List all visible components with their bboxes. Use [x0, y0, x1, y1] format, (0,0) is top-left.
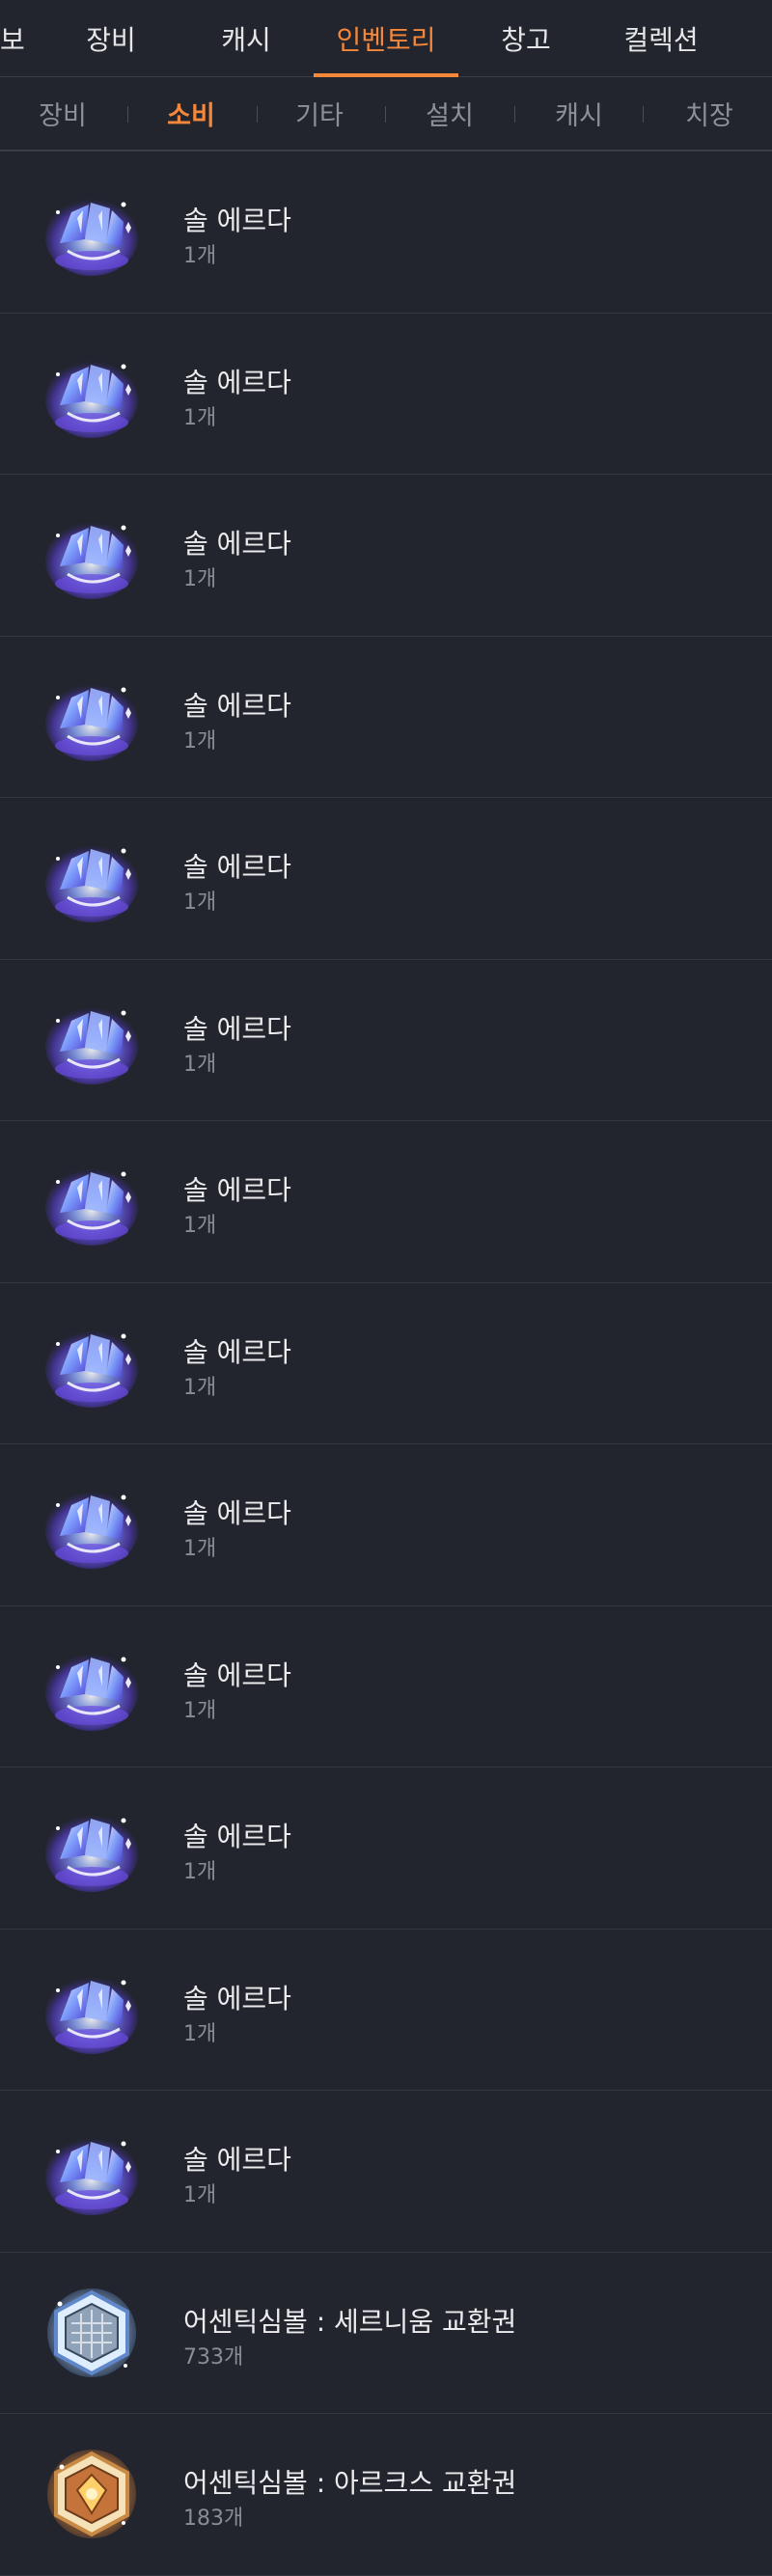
inventory-item-row[interactable]: 솔 에르다 1개: [0, 1444, 772, 1606]
item-name: 솔 에르다: [183, 851, 291, 883]
arcus-symbol-voucher-icon: [39, 2446, 145, 2542]
inventory-item-row[interactable]: 솔 에르다 1개: [0, 1606, 772, 1768]
subtab-setup[interactable]: 설치: [406, 77, 493, 150]
tab-storage[interactable]: 창고: [482, 0, 569, 77]
item-name: 솔 에르다: [183, 1497, 291, 1529]
subtab-etc[interactable]: 기타: [276, 77, 363, 150]
inventory-item-row[interactable]: 솔 에르다 1개: [0, 314, 772, 475]
sol-erda-icon: [39, 1638, 145, 1735]
item-quantity: 183개: [183, 2507, 244, 2531]
sol-erda-icon: [39, 345, 145, 442]
item-quantity: 1개: [183, 405, 217, 430]
item-quantity: 1개: [183, 567, 217, 591]
item-quantity: 1개: [183, 2183, 217, 2207]
item-name: 솔 에르다: [183, 528, 291, 560]
subtab-separator: [127, 106, 128, 123]
subtab-separator: [643, 106, 644, 123]
inventory-item-row[interactable]: 솔 에르다 1개: [0, 1930, 772, 2091]
subtab-separator: [514, 106, 515, 123]
sol-erda-icon: [39, 507, 145, 603]
inventory-item-row[interactable]: 솔 에르다 1개: [0, 151, 772, 314]
inventory-item-row[interactable]: 솔 에르다 1개: [0, 2091, 772, 2253]
subtab-separator: [257, 106, 258, 123]
item-name: 솔 에르다: [183, 1335, 291, 1368]
inventory-main-tabs: 보 장비 캐시 인벤토리 창고 컬렉션: [0, 0, 772, 77]
item-quantity: 733개: [183, 2344, 244, 2370]
sol-erda-icon: [39, 1961, 145, 2058]
inventory-item-row[interactable]: 솔 에르다 1개: [0, 475, 772, 637]
item-quantity: 1개: [183, 1537, 217, 1561]
subtab-cash[interactable]: 캐시: [536, 77, 622, 150]
tab-cash[interactable]: 캐시: [203, 0, 290, 77]
item-quantity: 1개: [183, 1375, 217, 1400]
sol-erda-icon: [39, 1799, 145, 1896]
item-quantity: 1개: [183, 728, 217, 754]
inventory-item-list: 솔 에르다 1개 솔 에르다 1개 솔 에르다 1개 솔 에르다 1개 솔 에르다 1개 솔 에르다…: [0, 151, 772, 2576]
subtab-decoration[interactable]: 치장: [666, 77, 753, 150]
inventory-item-row[interactable]: 솔 에르다 1개: [0, 637, 772, 798]
cernium-symbol-voucher-icon: [39, 2285, 145, 2381]
sol-erda-icon: [39, 1315, 145, 1411]
sol-erda-icon: [39, 2123, 145, 2219]
item-quantity: 1개: [183, 1052, 217, 1077]
item-quantity: 1개: [183, 1698, 217, 1723]
tab-inventory[interactable]: 인벤토리: [314, 0, 458, 77]
item-name: 어센틱심볼 : 세르니움 교환권: [183, 2305, 517, 2338]
sol-erda-icon: [39, 992, 145, 1088]
subtab-consumable[interactable]: 소비: [148, 77, 234, 150]
subtab-separator: [385, 106, 386, 123]
sol-erda-icon: [39, 183, 145, 280]
inventory-item-row[interactable]: 솔 에르다 1개: [0, 960, 772, 1121]
item-name: 솔 에르다: [183, 205, 291, 236]
item-quantity: 1개: [183, 891, 217, 915]
item-name: 솔 에르다: [183, 1821, 291, 1852]
inventory-item-row[interactable]: 솔 에르다 1개: [0, 1768, 772, 1930]
item-name: 솔 에르다: [183, 1174, 291, 1206]
item-quantity: 1개: [183, 1860, 217, 1884]
item-name: 솔 에르다: [183, 689, 291, 722]
item-name: 어센틱심볼 : 아르크스 교환권: [183, 2467, 517, 2499]
item-name: 솔 에르다: [183, 366, 291, 398]
subtab-equipment[interactable]: 장비: [19, 77, 106, 150]
tab-equipment[interactable]: 장비: [68, 0, 154, 77]
item-quantity: 1개: [183, 1214, 217, 1238]
inventory-category-tabs: 장비 소비 기타 설치 캐시 치장: [0, 77, 772, 151]
item-quantity: 1개: [183, 2021, 217, 2046]
sol-erda-icon: [39, 1153, 145, 1249]
sol-erda-icon: [39, 669, 145, 765]
item-name: 솔 에르다: [183, 1012, 291, 1045]
sol-erda-icon: [39, 830, 145, 926]
inventory-item-row[interactable]: 솔 에르다 1개: [0, 1121, 772, 1283]
item-name: 솔 에르다: [183, 2144, 291, 2176]
item-quantity: 1개: [183, 244, 217, 268]
inventory-item-row[interactable]: 솔 에르다 1개: [0, 798, 772, 960]
inventory-item-row[interactable]: 솔 에르다 1개: [0, 1283, 772, 1444]
item-name: 솔 에르다: [183, 1658, 291, 1691]
tab-collection[interactable]: 컬렉션: [608, 0, 714, 77]
sol-erda-icon: [39, 1476, 145, 1573]
inventory-item-row[interactable]: 어센틱심볼 : 아르크스 교환권 183개: [0, 2414, 772, 2576]
item-name: 솔 에르다: [183, 1982, 291, 2014]
inventory-item-row[interactable]: 어센틱심볼 : 세르니움 교환권 733개: [0, 2253, 772, 2414]
tab-info[interactable]: 보: [0, 0, 25, 77]
